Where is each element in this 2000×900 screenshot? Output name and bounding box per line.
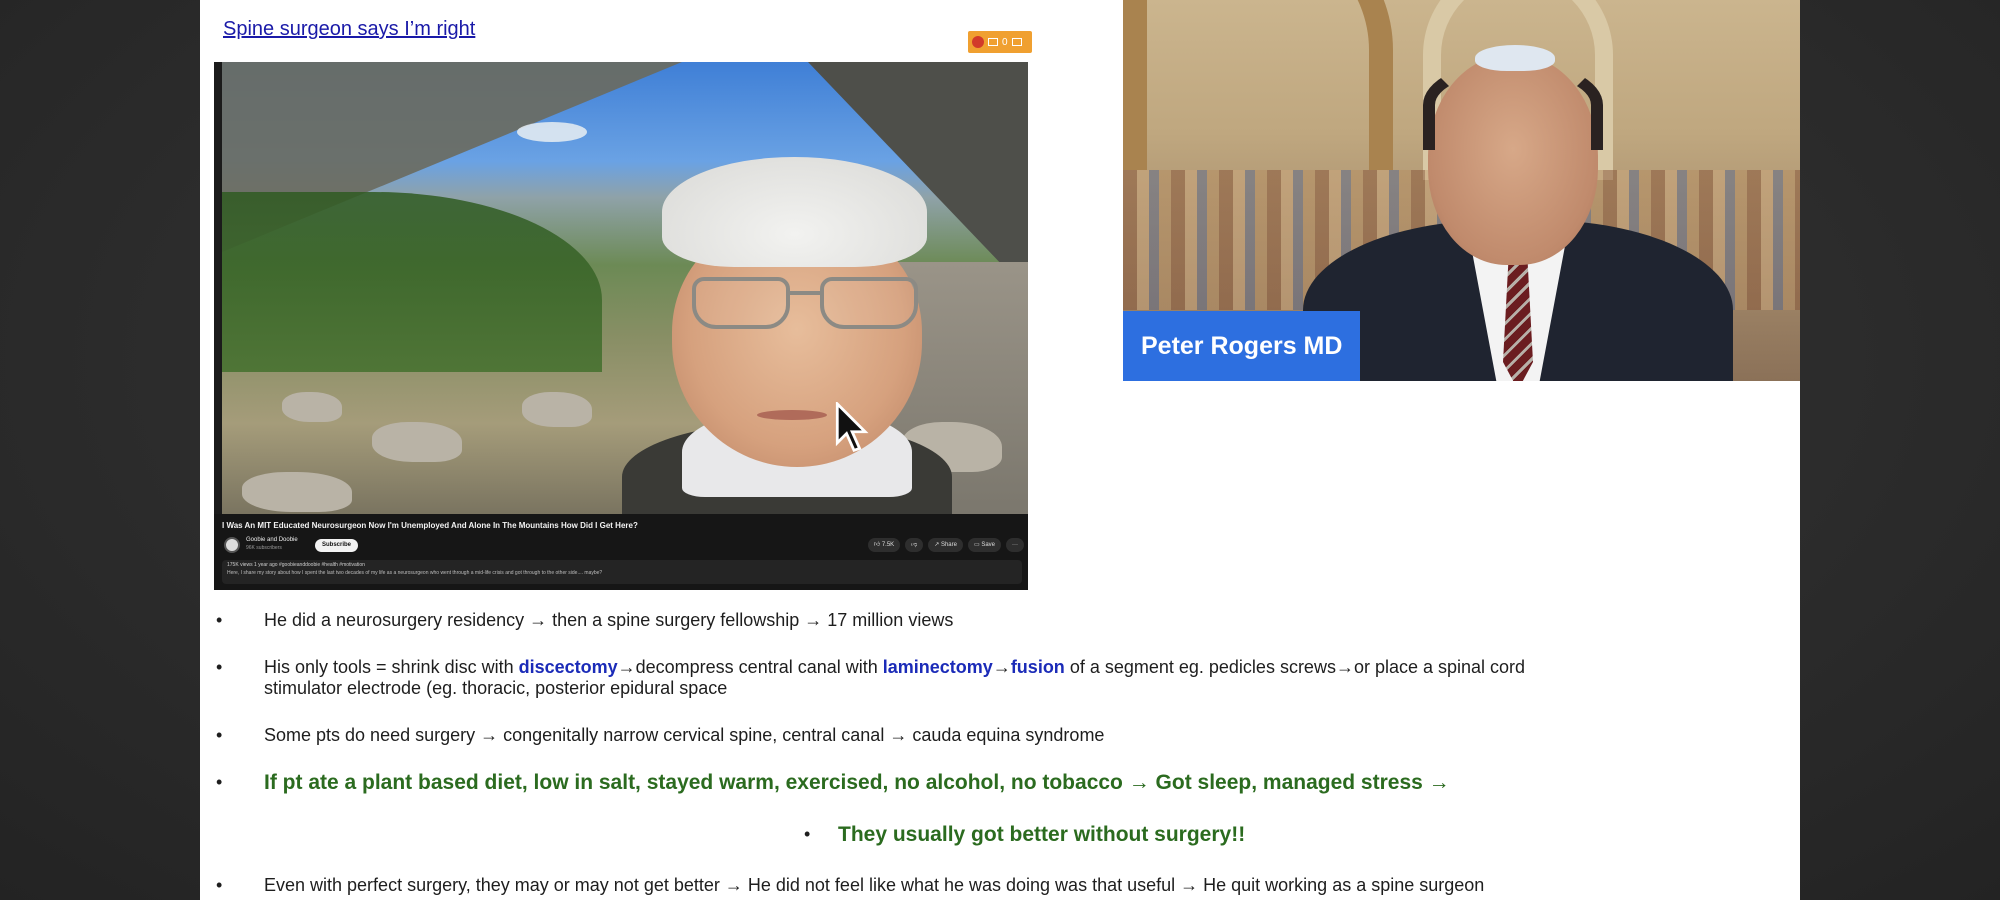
bullet-text-emphasis: They usually got better without surgery!… xyxy=(838,823,1246,846)
save-label: Save xyxy=(981,542,995,548)
screen-icon xyxy=(1011,38,1022,46)
description-text: Here, I share my story about how I spent… xyxy=(227,570,603,576)
bullet-marker: • xyxy=(216,772,223,792)
share-icon: ↗ xyxy=(934,542,941,548)
person-cap xyxy=(662,157,927,267)
bullet-text: Even with perfect surgery, they may or m… xyxy=(264,875,1485,895)
video-frame[interactable] xyxy=(222,62,1028,514)
bullet-text-part: →decompress central canal with xyxy=(617,657,883,677)
bullet-text: Some pts do need surgery → congenitally … xyxy=(264,725,1105,745)
video-meta: 175K views 1 year ago #goobieanddoobie #… xyxy=(227,562,365,568)
rock xyxy=(372,422,462,462)
share-button[interactable]: ↗ Share xyxy=(928,538,963,552)
mouse-cursor-icon xyxy=(835,402,869,453)
video-title[interactable]: I Was An MIT Educated Neurosurgeon Now I… xyxy=(222,521,638,530)
bullet-marker: • xyxy=(216,725,223,745)
bullet-marker: • xyxy=(216,875,223,895)
embedded-video[interactable]: I Was An MIT Educated Neurosurgeon Now I… xyxy=(214,62,1028,590)
fresco-arch xyxy=(1123,0,1393,170)
rock xyxy=(522,392,592,427)
speaker-kippah xyxy=(1475,45,1555,71)
bullet-text: His only tools = shrink disc with discec… xyxy=(264,657,1584,699)
video-description[interactable]: 175K views 1 year ago #goobieanddoobie #… xyxy=(222,560,1022,584)
share-label: Share xyxy=(940,542,957,548)
arrow-glyph: → xyxy=(992,657,1011,677)
channel-subscribers: 96K subscribers xyxy=(246,545,282,551)
bullet-marker: • xyxy=(804,824,811,844)
glasses-lens xyxy=(820,277,918,329)
keyword-fusion: fusion xyxy=(1010,657,1065,677)
bullet-text-part: His only tools = shrink disc with xyxy=(264,657,519,677)
bullet-marker: • xyxy=(216,610,223,630)
like-button[interactable]: 👍︎ 7.5K xyxy=(867,538,901,552)
notification-badge[interactable]: 0 xyxy=(968,31,1032,53)
rock xyxy=(282,392,342,422)
bullet-text-emphasis: If pt ate a plant based diet, low in sal… xyxy=(264,771,1450,794)
subscribe-button[interactable]: Subscribe xyxy=(315,539,359,552)
thumbs-up-icon: 👍︎ xyxy=(873,542,882,548)
window-icon xyxy=(988,38,998,46)
channel-avatar[interactable] xyxy=(224,537,240,553)
webcam-feed: Peter Rogers MD xyxy=(1123,0,1800,381)
badge-count: 0 xyxy=(1002,36,1008,48)
speaker-name-tag: Peter Rogers MD xyxy=(1123,311,1361,381)
save-button[interactable]: ▭ Save xyxy=(967,538,1001,552)
bullet-text: He did a neurosurgery residency → then a… xyxy=(264,610,954,630)
channel-name[interactable]: Goobie and Doobie xyxy=(246,537,298,543)
record-icon xyxy=(972,36,984,48)
keyword-laminectomy: laminectomy xyxy=(882,657,993,677)
rock xyxy=(242,472,352,512)
glasses-lens xyxy=(692,277,790,329)
slide-canvas: Spine surgeon says I’m right 0 I Was An … xyxy=(200,0,1800,900)
bullet-marker: • xyxy=(216,657,223,677)
thumbs-down-icon: 👎︎ xyxy=(911,542,918,548)
slide-title-link[interactable]: Spine surgeon says I’m right xyxy=(223,18,475,41)
video-actions: 👍︎ 7.5K 👎︎ ↗ Share ▭ Save ··· xyxy=(867,538,1028,552)
dislike-button[interactable]: 👎︎ xyxy=(905,538,924,552)
video-info-bar: I Was An MIT Educated Neurosurgeon Now I… xyxy=(214,514,1028,590)
keyword-discectomy: discectomy xyxy=(518,657,618,677)
like-count: 7.5K xyxy=(881,542,895,548)
mouth xyxy=(757,410,827,420)
glasses xyxy=(692,277,922,331)
speaker-hair xyxy=(1423,60,1603,150)
snow-patch xyxy=(517,122,587,142)
more-button[interactable]: ··· xyxy=(1006,538,1024,552)
glasses-bridge xyxy=(788,291,822,295)
